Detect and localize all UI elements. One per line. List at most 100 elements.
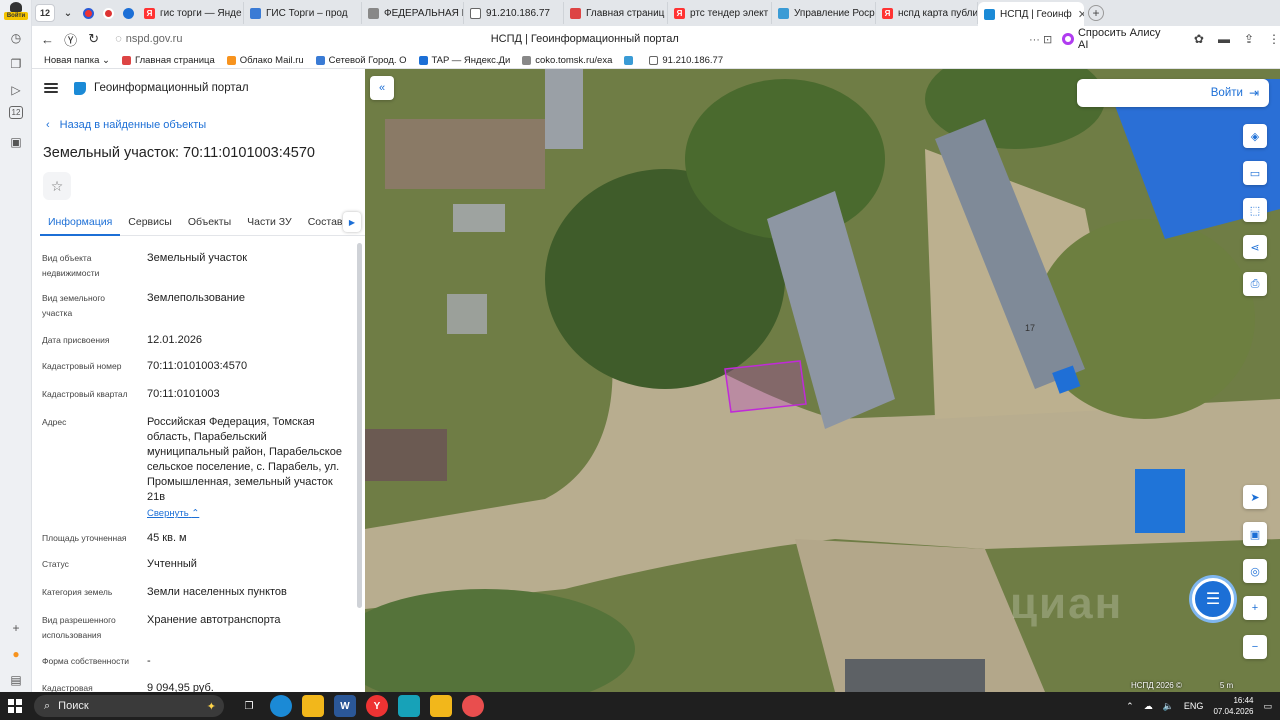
bookmark-main-page[interactable]: Главная страница [121,55,215,66]
new-tab-button[interactable]: + [1088,5,1104,21]
chat-icon: ☰ [1205,591,1221,608]
favorite-star-button[interactable]: ☆ [43,172,71,200]
explorer-icon[interactable] [302,695,324,717]
scale-label: 5 m [1219,681,1234,690]
tab-objects[interactable]: Объекты [180,210,239,236]
edge-icon[interactable] [270,695,292,717]
bookmark-yandex-disk[interactable]: TAP — Яндекс.Ди [418,55,510,66]
pinned-tab-mail[interactable] [78,3,98,23]
pinned-tab-3[interactable] [118,3,138,23]
media-icon[interactable]: ▣ [6,132,26,152]
notifications-icon[interactable]: ▭ [1263,701,1272,712]
navigation-arrow-icon: ➤ [1250,491,1260,504]
bookmark-folder[interactable]: Новая папка ⌄ [44,55,110,66]
map-scale: НСПД 2026 © 5 m [1131,681,1233,690]
collapse-address-link[interactable]: Свернуть ⌃ [147,508,199,519]
play-icon[interactable]: ▷ [6,80,26,100]
collapse-panel-button[interactable]: « [370,76,394,100]
history-icon[interactable]: ◷ [6,28,26,48]
tab-rts-tender[interactable]: Яртс тендер элект [668,2,772,24]
chat-button[interactable]: ☰ [1192,578,1234,620]
sparkle-icon: ✦ [206,700,216,713]
ask-alisa-button[interactable]: Спросить Алису AI [1062,27,1170,51]
pinned-tab-2[interactable] [98,3,118,23]
tab-information[interactable]: Информация [40,210,121,236]
tabs-scroll-right-icon[interactable]: ▶ [343,212,361,232]
bookmark-rosreestr[interactable] [624,55,637,65]
panel-scrollbar[interactable] [357,243,362,608]
language-indicator[interactable]: ENG [1184,701,1204,711]
extension-icon[interactable]: ✿ [1194,32,1204,46]
layers-button[interactable]: ◈ [1243,124,1267,148]
start-button[interactable] [0,692,30,720]
tab-list-dropdown[interactable]: ⌄ [58,4,78,22]
yandex-browser-icon[interactable]: Y [366,695,388,717]
tab-federal[interactable]: ФЕДЕРАЛЬНАЯ И [362,2,464,24]
search-icon: ⌕ [44,699,51,712]
minimap-button[interactable]: ▣ [1243,522,1267,546]
clock[interactable]: 16:44 07.04.2026 [1213,695,1253,717]
game-icon[interactable]: ● [6,644,26,664]
tab-services[interactable]: Сервисы [120,210,180,236]
tab-count-button[interactable]: 12 [35,4,55,22]
tab-main-page[interactable]: Главная страниц [564,2,668,24]
cloud-icon[interactable]: ☁ [1144,701,1153,712]
print-button[interactable]: ⎙ [1243,272,1267,296]
profile-avatar[interactable]: Войти [4,2,28,22]
chevron-up-icon[interactable]: ⌃ [1126,701,1134,712]
emblem-icon [368,7,379,19]
zoom-in-button[interactable]: + [1243,596,1267,620]
tab-rosreestr[interactable]: Управление Роср [772,2,876,24]
rosreestr-icon [624,55,634,65]
locate-button[interactable]: ➤ [1243,485,1267,509]
task-view-icon[interactable]: ❐ [238,695,260,717]
alisa-icon [1062,33,1074,45]
page-icon [470,7,481,19]
bookmark-mail-cloud[interactable]: Облако Mail.ru [226,55,304,66]
word-icon[interactable]: W [334,695,356,717]
url-actions[interactable]: ··· ⊡ [1029,33,1052,46]
add-panel-icon[interactable]: + [6,618,26,638]
share-map-button[interactable]: ⋖ [1243,235,1267,259]
school-icon [315,55,325,65]
volume-icon[interactable]: 🔈 [1163,701,1174,712]
collections-icon[interactable]: ❐ [6,54,26,74]
menu-icon[interactable]: ⋮ [1268,32,1280,46]
mail-app-icon[interactable] [430,695,452,717]
yandex-home-icon[interactable]: Ⓨ [59,30,82,49]
layers-icon: ◈ [1250,130,1260,143]
tab-ip[interactable]: 91.210.186.77 [464,2,564,24]
tab-nspd-active[interactable]: НСПД | Геоинф ✕ [978,2,1084,26]
zoom-out-button[interactable]: − [1243,635,1267,659]
satellite-map[interactable]: 17 циан « Войти ⇥ ◈ ▭ ⬚ ⋖ ⎙ ➤ ▣ ◎ ☰ + − Н… [365,69,1280,692]
login-arrow-icon: ⇥ [1248,86,1259,100]
tab-parts[interactable]: Части ЗУ [239,210,300,236]
login-button[interactable]: Войти ⇥ [1077,79,1269,107]
taskbar-search[interactable]: ⌕ Поиск ✦ [34,695,224,717]
bookmark-ip[interactable]: 91.210.186.77 [649,55,723,66]
tab-nspd-search[interactable]: Янспд карта публи [876,2,978,24]
select-area-icon: ⬚ [1249,204,1261,217]
downloads-icon[interactable]: ▬ [1218,32,1230,46]
back-to-results-link[interactable]: ‹ Назад в найденные объекты [46,119,206,131]
geo-button[interactable]: ◎ [1243,559,1267,583]
bookmark-coko[interactable]: coko.tomsk.ru/exa [522,55,612,66]
bookmark-net-city[interactable]: Сетевой Город. О [315,55,407,66]
hamburger-menu-icon[interactable] [44,83,58,93]
ruler-button[interactable]: ▭ [1243,161,1267,185]
reload-icon[interactable]: ↻ [82,31,105,47]
app-icon[interactable] [398,695,420,717]
tab-gis-torgi[interactable]: ГИС Торги – прод [244,2,362,24]
close-icon[interactable]: ✕ [1078,8,1084,21]
print-icon: ⎙ [1250,277,1260,290]
tabs-count-icon[interactable]: 12 [9,106,23,119]
geo-target-icon: ◎ [1250,565,1260,578]
back-arrow-icon[interactable]: ← [36,32,59,47]
tab-gis-torgi-yandex[interactable]: Ягис торги — Янде [138,2,244,24]
browser-app-icon[interactable] [462,695,484,717]
parcel-outline[interactable] [724,360,807,413]
url-field[interactable]: ◌ nspd.gov.ru НСПД | Геоинформационный п… [111,28,1058,50]
share-icon[interactable]: ⇪ [1244,32,1254,46]
panel-settings-icon[interactable]: ▤ [6,670,26,690]
select-area-button[interactable]: ⬚ [1243,198,1267,222]
